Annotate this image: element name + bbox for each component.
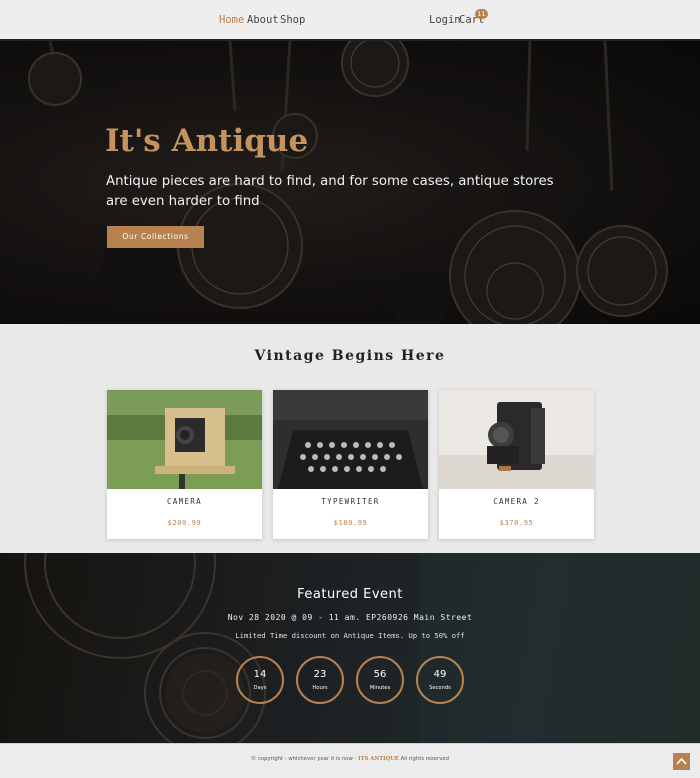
- product-name: CAMERA: [167, 497, 202, 506]
- footer-copyright: © copyright - whichever year it is now -…: [0, 756, 700, 762]
- countdown-value: 23: [313, 669, 327, 680]
- product-price: $180.99: [333, 519, 368, 527]
- featured-event-section: Featured Event Nov 28 2020 @ 09 - 11 am.…: [0, 553, 700, 743]
- hero-banner: It's Antique Antique pieces are hard to …: [0, 41, 700, 324]
- countdown-hours: 23 Hours: [296, 656, 344, 704]
- countdown-days: 14 Days: [236, 656, 284, 704]
- event-description: Limited Time discount on Antique Items. …: [235, 631, 465, 640]
- product-card-camera-2[interactable]: CAMERA 2 $370.95: [439, 390, 594, 539]
- countdown-label: Hours: [312, 685, 328, 691]
- back-to-top-button[interactable]: [673, 753, 690, 770]
- products-section-title: Vintage Begins Here: [254, 348, 446, 364]
- countdown-label: Minutes: [369, 685, 391, 691]
- event-date: Nov 28 2020 @ 09 - 11 am. EP260926 Main …: [227, 613, 473, 622]
- footer-brand: ITS ANTIQUE: [358, 756, 399, 762]
- product-image-camera-2: [439, 390, 594, 489]
- countdown-value: 56: [373, 669, 387, 680]
- product-card-camera[interactable]: CAMERA $200.99: [107, 390, 262, 539]
- top-nav: Home About Shop Login Cart 11: [0, 0, 700, 41]
- cart-count-badge: 11: [475, 9, 488, 19]
- product-image-typewriter: [273, 390, 428, 489]
- nav-home-link[interactable]: Home: [219, 14, 244, 26]
- footer: © copyright - whichever year it is now -…: [0, 743, 700, 778]
- back-to-top-icon: [676, 757, 687, 765]
- product-image-camera: [107, 390, 262, 489]
- countdown-minutes: 56 Minutes: [356, 656, 404, 704]
- hero-title: It's Antique: [105, 123, 309, 159]
- compass-background-image: [24, 553, 700, 743]
- product-name: TYPEWRITER: [321, 497, 380, 506]
- nav-about-link[interactable]: About: [247, 14, 279, 26]
- nav-login-link[interactable]: Login: [429, 14, 461, 26]
- copyright-text: © copyright - whichever year it is now -: [250, 756, 357, 762]
- event-title: Featured Event: [297, 587, 403, 602]
- product-price: $200.99: [167, 519, 202, 527]
- hero-subtitle: Antique pieces are hard to find, and for…: [106, 174, 554, 209]
- countdown-seconds: 49 Seconds: [416, 656, 464, 704]
- countdown-value: 14: [253, 669, 267, 680]
- rights-text: All rights reserved: [400, 756, 449, 762]
- product-name: CAMERA 2: [493, 497, 540, 506]
- product-price: $370.95: [499, 519, 534, 527]
- product-card-typewriter[interactable]: TYPEWRITER $180.99: [273, 390, 428, 539]
- countdown-label: Days: [253, 685, 267, 691]
- our-collections-button[interactable]: Our Collections: [107, 226, 204, 248]
- countdown-label: Seconds: [429, 685, 451, 691]
- countdown-value: 49: [433, 669, 447, 680]
- nav-shop-link[interactable]: Shop: [280, 14, 305, 26]
